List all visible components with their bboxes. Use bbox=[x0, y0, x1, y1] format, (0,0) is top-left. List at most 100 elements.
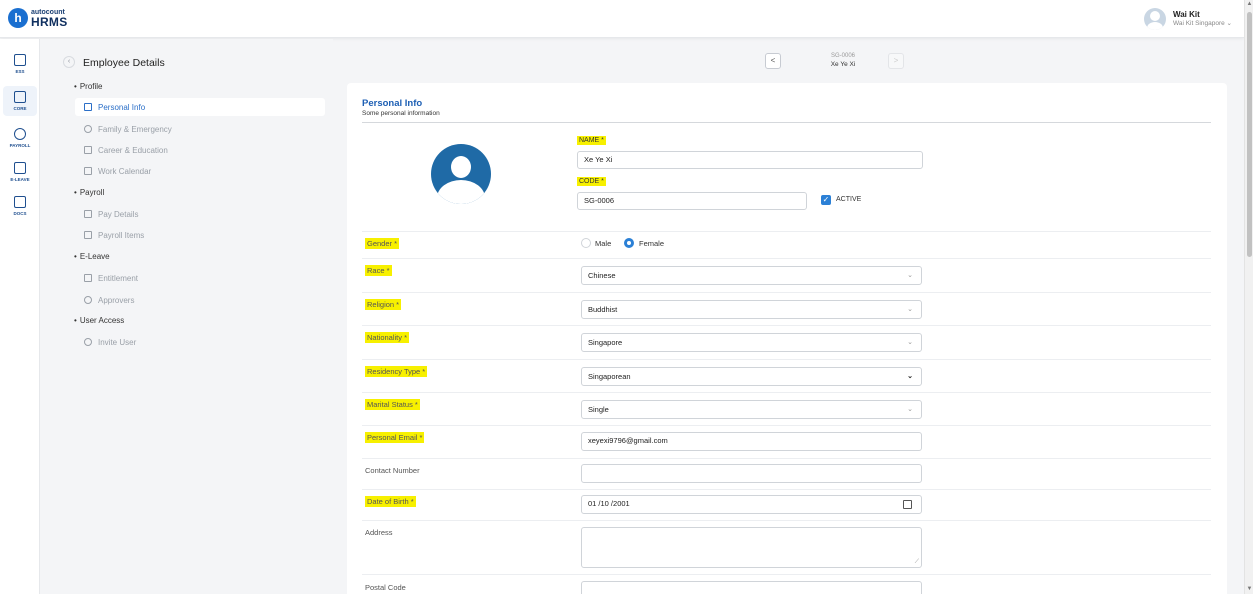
calendar-icon bbox=[84, 167, 92, 175]
personal-info-card: Personal Info Some personal information … bbox=[347, 83, 1227, 594]
module-rail: ESS CORE PAYROLL E-LEAVE DOCS bbox=[0, 39, 40, 594]
religion-select[interactable]: Buddhist ⌄ bbox=[581, 300, 922, 319]
name-input[interactable]: Xe Ye Xi bbox=[577, 151, 923, 169]
sidebar-item-family-emergency[interactable]: Family & Emergency bbox=[75, 120, 325, 138]
nationality-select[interactable]: Singapore ⌄ bbox=[581, 333, 922, 352]
chevron-down-icon: ⌄ bbox=[907, 406, 913, 413]
next-record-button[interactable]: > bbox=[888, 53, 904, 69]
core-icon bbox=[14, 91, 26, 103]
divider bbox=[362, 458, 1211, 459]
logo-mark: h bbox=[8, 8, 28, 28]
back-chevron-icon[interactable]: ‹ bbox=[63, 56, 75, 68]
gender-female-radio[interactable] bbox=[624, 238, 634, 248]
card-subtitle: Some personal information bbox=[362, 110, 440, 117]
sidebar-item-payroll-items[interactable]: Payroll Items bbox=[75, 226, 325, 244]
scroll-thumb[interactable] bbox=[1247, 12, 1252, 257]
rail-item-docs[interactable]: DOCS bbox=[3, 191, 37, 221]
divider bbox=[362, 520, 1211, 521]
record-name: Xe Ye Xi bbox=[830, 60, 856, 68]
date-of-birth-label: Date of Birth * bbox=[365, 496, 416, 507]
user-org: Wai Kit Singapore ⌄ bbox=[1172, 19, 1232, 27]
employee-sidebar: ‹ Employee Details Profile Personal Info… bbox=[40, 39, 333, 594]
sidebar-item-invite-user[interactable]: Invite User bbox=[75, 333, 325, 351]
page-title: Employee Details bbox=[83, 57, 165, 69]
divider bbox=[362, 359, 1211, 360]
address-label: Address bbox=[365, 528, 393, 537]
divider bbox=[362, 425, 1211, 426]
residency-type-select[interactable]: Singaporean ⌄ bbox=[581, 367, 922, 386]
sidebar-item-career-education[interactable]: Career & Education bbox=[75, 141, 325, 159]
rail-item-ess[interactable]: ESS bbox=[3, 49, 37, 79]
resize-handle-icon[interactable]: ⟋ bbox=[915, 559, 919, 566]
divider bbox=[362, 489, 1211, 490]
sidebar-item-work-calendar[interactable]: Work Calendar bbox=[75, 162, 325, 180]
divider bbox=[362, 574, 1211, 575]
section-payroll: Payroll bbox=[74, 188, 104, 197]
ess-icon bbox=[14, 54, 26, 66]
page-scrollbar[interactable]: ▲ ▼ bbox=[1244, 0, 1253, 594]
date-of-birth-input[interactable]: 01 /10 /2001 bbox=[581, 495, 922, 514]
code-input[interactable]: SG-0006 bbox=[577, 192, 807, 210]
top-bar: h autocount HRMS Wai Kit Wai Kit Singapo… bbox=[0, 0, 1244, 38]
user-menu[interactable]: Wai Kit Wai Kit Singapore ⌄ bbox=[1143, 8, 1232, 30]
calendar-icon[interactable] bbox=[903, 500, 912, 509]
race-label: Race * bbox=[365, 265, 392, 276]
avatar bbox=[1143, 8, 1166, 30]
personal-email-label: Personal Email * bbox=[365, 432, 425, 443]
divider bbox=[362, 392, 1211, 393]
record-info: SG-0006 Xe Ye Xi bbox=[818, 53, 868, 69]
rail-item-e-leave[interactable]: E-LEAVE bbox=[3, 157, 37, 187]
chevron-down-icon: ⌄ bbox=[907, 272, 913, 279]
previous-record-button[interactable]: < bbox=[765, 53, 781, 69]
sidebar-item-pay-details[interactable]: Pay Details bbox=[75, 205, 325, 223]
address-textarea[interactable]: ⟋ bbox=[581, 527, 922, 568]
postal-code-label: Postal Code bbox=[365, 583, 406, 592]
section-profile: Profile bbox=[74, 82, 103, 91]
divider bbox=[362, 231, 1211, 232]
divider bbox=[362, 122, 1211, 123]
brand-bottom: HRMS bbox=[31, 14, 68, 29]
profile-photo[interactable] bbox=[431, 144, 491, 204]
bank-icon bbox=[84, 210, 92, 218]
marital-status-select[interactable]: Single ⌄ bbox=[581, 400, 922, 419]
postal-code-input[interactable] bbox=[581, 581, 922, 594]
divider bbox=[362, 292, 1211, 293]
calendar-icon bbox=[14, 162, 26, 174]
gender-label: Gender * bbox=[365, 238, 400, 249]
personal-email-input[interactable]: xeyexi9796@gmail.com bbox=[581, 432, 922, 451]
record-code: SG-0006 bbox=[830, 53, 855, 59]
contact-number-label: Contact Number bbox=[365, 466, 420, 475]
active-checkbox[interactable]: ✓ bbox=[821, 195, 831, 205]
card-title: Personal Info bbox=[362, 98, 423, 109]
scroll-up-arrow-icon[interactable]: ▲ bbox=[1246, 1, 1253, 8]
active-label: ACTIVE bbox=[836, 196, 862, 203]
people-icon bbox=[84, 296, 92, 304]
app-logo[interactable]: h autocount HRMS bbox=[8, 8, 68, 28]
chevron-down-icon: ⌄ bbox=[907, 306, 913, 313]
rail-item-payroll[interactable]: PAYROLL bbox=[3, 123, 37, 153]
sidebar-item-entitlement[interactable]: Entitlement bbox=[75, 269, 325, 287]
sidebar-item-personal-info[interactable]: Personal Info bbox=[75, 98, 325, 116]
add-user-icon bbox=[84, 338, 92, 346]
marital-status-label: Marital Status * bbox=[365, 399, 420, 410]
section-e-leave: E-Leave bbox=[74, 252, 110, 261]
people-icon bbox=[84, 125, 92, 133]
gender-male-radio[interactable] bbox=[581, 238, 591, 248]
list-icon bbox=[84, 231, 92, 239]
id-card-icon bbox=[84, 103, 92, 111]
residency-type-label: Residency Type * bbox=[365, 366, 428, 377]
chevron-down-icon: ⌄ bbox=[907, 339, 913, 346]
rail-item-core[interactable]: CORE bbox=[3, 86, 37, 116]
contact-number-input[interactable] bbox=[581, 464, 922, 483]
calendar-icon bbox=[84, 274, 92, 282]
religion-label: Religion * bbox=[365, 299, 402, 310]
graduation-icon bbox=[84, 146, 92, 154]
race-select[interactable]: Chinese ⌄ bbox=[581, 266, 922, 285]
scroll-down-arrow-icon[interactable]: ▼ bbox=[1246, 586, 1253, 593]
code-label: CODE * bbox=[577, 177, 606, 186]
sidebar-item-approvers[interactable]: Approvers bbox=[75, 291, 325, 309]
user-name: Wai Kit bbox=[1172, 10, 1200, 20]
divider bbox=[362, 258, 1211, 259]
chevron-down-icon: ⌄ bbox=[907, 373, 913, 380]
gender-female-label: Female bbox=[639, 239, 665, 248]
